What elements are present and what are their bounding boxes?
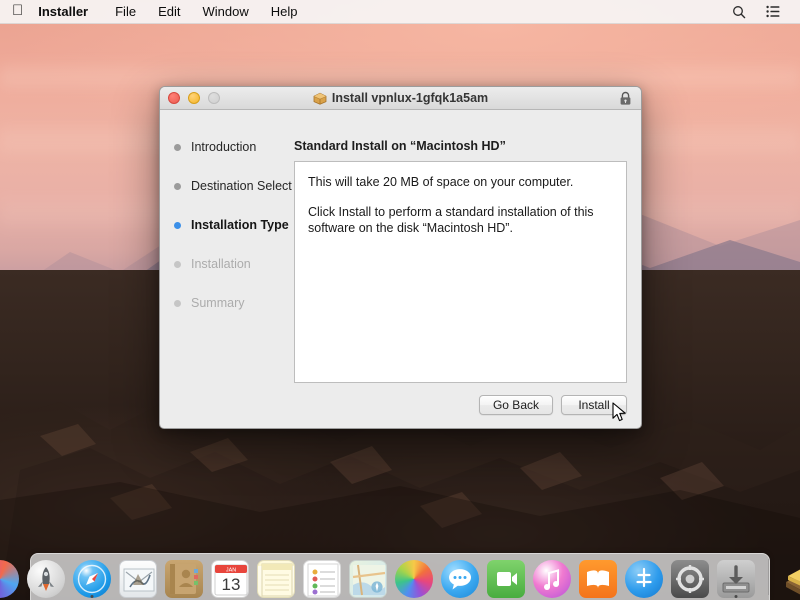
dock[interactable]: JAN 13 bbox=[0, 553, 800, 600]
description-paragraph-2: Click Install to perform a standard inst… bbox=[308, 205, 594, 235]
step-bullet-icon-active bbox=[174, 221, 181, 229]
dock-item-app-store[interactable] bbox=[624, 554, 664, 598]
dock-item-package-stack[interactable] bbox=[781, 554, 800, 598]
dock-item-ibooks[interactable] bbox=[578, 554, 618, 598]
dock-item-launchpad[interactable] bbox=[26, 554, 66, 598]
dock-item-photos[interactable] bbox=[394, 554, 434, 598]
step-bullet-icon bbox=[174, 143, 181, 151]
menu-item-installer[interactable]: Installer bbox=[38, 0, 104, 24]
dock-item-itunes[interactable] bbox=[532, 554, 572, 598]
dock-item-system-preferences[interactable] bbox=[670, 554, 710, 598]
window-body: Introduction Destination Select Installa… bbox=[160, 110, 641, 428]
installer-step-sidebar: Introduction Destination Select Installa… bbox=[160, 110, 294, 428]
window-controls[interactable] bbox=[168, 92, 220, 104]
calendar-icon: JAN 13 bbox=[210, 560, 249, 598]
facetime-icon bbox=[486, 560, 525, 598]
zoom-button bbox=[208, 92, 220, 104]
contacts-icon bbox=[164, 560, 203, 598]
search-icon[interactable] bbox=[722, 0, 756, 24]
pane-heading: Standard Install on “Macintosh HD” bbox=[294, 139, 506, 153]
window-title-text: Install vpnlux-1gfqk1a5am bbox=[331, 91, 489, 105]
ibooks-icon bbox=[578, 560, 617, 598]
running-indicator bbox=[734, 595, 737, 598]
reminders-icon bbox=[302, 560, 341, 598]
dock-item-installer[interactable] bbox=[716, 554, 756, 598]
apple-logo-icon[interactable]:  bbox=[12, 3, 23, 18]
step-bullet-icon bbox=[174, 260, 181, 268]
step-bullet-icon bbox=[174, 182, 181, 190]
dock-item-safari[interactable] bbox=[72, 554, 112, 598]
window-title-bar[interactable]: Install vpnlux-1gfqk1a5am bbox=[160, 87, 641, 110]
package-box-icon bbox=[313, 92, 327, 105]
dock-item-mail[interactable] bbox=[118, 554, 158, 598]
install-button[interactable]: Install bbox=[561, 395, 627, 415]
sidebar-step-label: Installation bbox=[191, 257, 251, 271]
running-indicator bbox=[90, 595, 93, 598]
go-back-button[interactable]: Go Back bbox=[478, 395, 553, 415]
siri-icon bbox=[0, 560, 19, 598]
dock-item-facetime[interactable] bbox=[486, 554, 526, 598]
dock-item-maps[interactable] bbox=[348, 554, 388, 598]
messages-icon bbox=[440, 560, 479, 598]
safari-icon bbox=[72, 560, 111, 598]
sidebar-step-installation: Installation bbox=[160, 254, 294, 274]
notification-center-icon[interactable] bbox=[756, 0, 790, 24]
notes-icon bbox=[256, 560, 295, 598]
dock-item-contacts[interactable] bbox=[164, 554, 204, 598]
dock-item-messages[interactable] bbox=[440, 554, 480, 598]
minimize-button[interactable] bbox=[188, 92, 200, 104]
dock-item-reminders[interactable] bbox=[302, 554, 342, 598]
menu-bar[interactable]:  Installer File Edit Window Help bbox=[0, 0, 800, 24]
calendar-day-label: 13 bbox=[221, 575, 240, 594]
launchpad-icon bbox=[26, 560, 65, 598]
calendar-month-label: JAN bbox=[225, 568, 235, 574]
sidebar-step-label: Summary bbox=[191, 296, 245, 310]
dock-item-notes[interactable] bbox=[256, 554, 296, 598]
app-store-icon bbox=[624, 560, 663, 598]
installer-icon bbox=[716, 560, 755, 598]
dock-items[interactable]: JAN 13 bbox=[0, 554, 800, 598]
window-title-group: Install vpnlux-1gfqk1a5am bbox=[160, 91, 641, 105]
close-button[interactable] bbox=[168, 92, 180, 104]
itunes-icon bbox=[532, 560, 571, 598]
lock-icon[interactable] bbox=[619, 91, 632, 106]
installer-main-pane: Standard Install on “Macintosh HD” This … bbox=[294, 110, 641, 428]
system-preferences-icon bbox=[670, 560, 709, 598]
dock-item-siri[interactable] bbox=[0, 554, 20, 598]
menu-item-edit[interactable]: Edit bbox=[147, 0, 191, 24]
step-bullet-icon bbox=[174, 299, 181, 307]
dock-divider bbox=[767, 559, 769, 595]
sidebar-step-introduction: Introduction bbox=[160, 137, 294, 157]
sidebar-step-label: Installation Type bbox=[191, 218, 289, 232]
description-paragraph-1: This will take 20 MB of space on your co… bbox=[308, 175, 574, 189]
sidebar-step-installation-type: Installation Type bbox=[160, 215, 294, 235]
dock-item-calendar[interactable]: JAN 13 bbox=[210, 554, 250, 598]
sidebar-step-summary: Summary bbox=[160, 293, 294, 313]
mail-icon bbox=[118, 560, 157, 598]
package-stack-icon bbox=[782, 560, 800, 598]
sidebar-step-label: Destination Select bbox=[191, 179, 292, 193]
menu-bar-status-items[interactable] bbox=[722, 0, 790, 24]
installer-window[interactable]: Install vpnlux-1gfqk1a5am Introduction D… bbox=[159, 86, 642, 429]
menu-item-window[interactable]: Window bbox=[191, 0, 259, 24]
menu-item-help[interactable]: Help bbox=[260, 0, 309, 24]
photos-icon bbox=[394, 560, 433, 598]
sidebar-step-destination-select: Destination Select bbox=[160, 176, 294, 196]
installer-description-box: This will take 20 MB of space on your co… bbox=[294, 161, 627, 383]
installer-button-row: Go Back Install bbox=[294, 395, 627, 428]
maps-icon bbox=[348, 560, 387, 598]
menu-item-file[interactable]: File bbox=[104, 0, 147, 24]
sidebar-step-label: Introduction bbox=[191, 140, 257, 154]
